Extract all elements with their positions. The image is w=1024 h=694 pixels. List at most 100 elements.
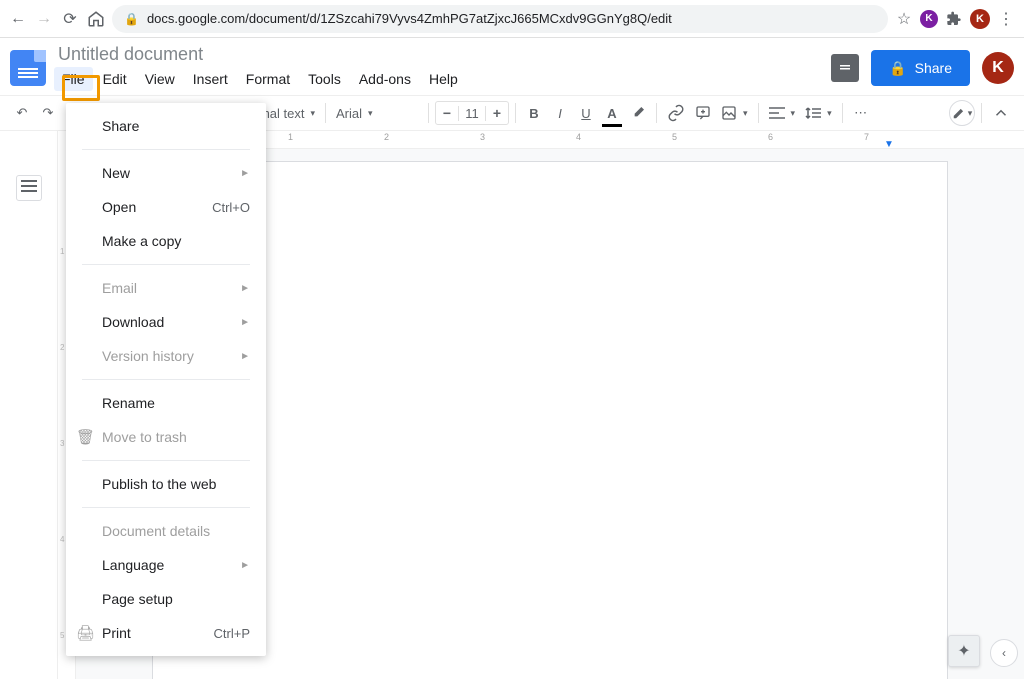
comments-icon[interactable]: [831, 54, 859, 82]
font-size-plus[interactable]: +: [486, 105, 508, 121]
ruler-tick: 4: [60, 535, 64, 544]
menu-divider: [82, 264, 250, 265]
collapse-toolbar-icon[interactable]: [988, 101, 1014, 125]
docs-header: Untitled document FileEditViewInsertForm…: [0, 38, 1024, 91]
nav-back-icon[interactable]: ←: [8, 9, 28, 29]
underline-button[interactable]: U: [574, 101, 598, 125]
side-panel-toggle[interactable]: ‹: [990, 639, 1018, 667]
menu-divider: [82, 507, 250, 508]
submenu-arrow-icon: ►: [240, 560, 250, 571]
menu-view[interactable]: View: [137, 67, 183, 91]
docs-logo-icon[interactable]: [10, 50, 46, 86]
ruler-tick: 3: [60, 439, 64, 448]
extensions-icon[interactable]: [944, 9, 964, 29]
file-menu-language[interactable]: Language►: [66, 548, 266, 582]
ruler-tick: 1: [60, 247, 64, 256]
line-spacing-button[interactable]: [801, 101, 836, 125]
insert-link-button[interactable]: [663, 101, 689, 125]
url-text: docs.google.com/document/d/1ZSzcahi79Vyv…: [147, 11, 672, 26]
menu-item-label: Rename: [102, 395, 155, 411]
file-menu-page-setup[interactable]: Page setup: [66, 582, 266, 616]
file-menu-print[interactable]: 🖨 Print Ctrl+P: [66, 616, 266, 650]
font-family-label: Arial: [336, 106, 362, 121]
menu-bar: FileEditViewInsertFormatToolsAdd-onsHelp: [54, 67, 823, 91]
submenu-arrow-icon: ►: [240, 317, 250, 328]
align-button[interactable]: [765, 101, 800, 125]
menu-item-label: Open: [102, 199, 136, 215]
menu-item-label: Move to trash: [102, 429, 187, 445]
trash-icon: 🗑: [76, 428, 95, 446]
nav-home-icon[interactable]: [86, 9, 106, 29]
ruler-tick: 4: [576, 132, 581, 142]
ruler-tick: 6: [768, 132, 773, 142]
file-menu-document-details: Document details: [66, 514, 266, 548]
share-label: Share: [915, 60, 952, 76]
italic-button[interactable]: I: [548, 101, 572, 125]
file-menu-make-a-copy[interactable]: Make a copy: [66, 224, 266, 258]
font-size-value[interactable]: 11: [458, 106, 486, 121]
file-menu-move-to-trash: 🗑 Move to trash: [66, 420, 266, 454]
menu-format[interactable]: Format: [238, 67, 298, 91]
more-tools-button[interactable]: ⋯: [849, 101, 873, 125]
menu-divider: [82, 460, 250, 461]
menu-edit[interactable]: Edit: [95, 67, 135, 91]
submenu-arrow-icon: ►: [240, 283, 250, 294]
menu-insert[interactable]: Insert: [185, 67, 236, 91]
submenu-arrow-icon: ►: [240, 168, 250, 179]
ruler-tick: 2: [384, 132, 389, 142]
menu-tools[interactable]: Tools: [300, 67, 349, 91]
menu-item-label: Page setup: [102, 591, 173, 607]
redo-icon[interactable]: ↷: [36, 101, 60, 125]
file-menu-download[interactable]: Download ►: [66, 305, 266, 339]
file-menu-rename[interactable]: Rename: [66, 386, 266, 420]
file-menu-email: Email►: [66, 271, 266, 305]
lock-icon: 🔒: [124, 12, 139, 26]
address-bar[interactable]: 🔒 docs.google.com/document/d/1ZSzcahi79V…: [112, 5, 888, 33]
ruler-tick: 7: [864, 132, 869, 142]
file-menu-new[interactable]: New ►: [66, 156, 266, 190]
ruler-tick: 1: [288, 132, 293, 142]
document-page[interactable]: [152, 161, 948, 679]
ruler-tick: 3: [480, 132, 485, 142]
menu-help[interactable]: Help: [421, 67, 466, 91]
lock-icon: 🔒: [889, 60, 906, 77]
nav-reload-icon[interactable]: ⟳: [60, 9, 80, 29]
outline-panel: [0, 131, 58, 679]
account-avatar[interactable]: K: [982, 52, 1014, 84]
font-size-minus[interactable]: −: [436, 105, 458, 121]
undo-icon[interactable]: ↶: [10, 101, 34, 125]
menu-item-label: Make a copy: [102, 233, 181, 249]
profile-chip[interactable]: K: [920, 10, 938, 28]
menu-shortcut: Ctrl+P: [214, 626, 250, 641]
menu-item-label: Share: [102, 118, 139, 134]
menu-add-ons[interactable]: Add-ons: [351, 67, 419, 91]
browser-menu-icon[interactable]: ⋮: [996, 9, 1016, 29]
nav-forward-icon[interactable]: →: [34, 9, 54, 29]
file-menu-dropdown: ShareNew►OpenCtrl+OMake a copyEmail►Down…: [66, 103, 266, 656]
menu-file[interactable]: File: [54, 67, 93, 91]
file-menu-publish-to-the-web[interactable]: Publish to the web: [66, 467, 266, 501]
text-color-button[interactable]: A: [600, 101, 624, 125]
add-comment-button[interactable]: [691, 101, 715, 125]
file-menu-share[interactable]: Share: [66, 109, 266, 143]
font-family-dropdown[interactable]: Arial: [332, 101, 422, 125]
share-button[interactable]: 🔒 Share: [871, 50, 970, 86]
bookmark-star-icon[interactable]: ☆: [894, 9, 914, 29]
browser-avatar[interactable]: K: [970, 9, 990, 29]
font-size-stepper[interactable]: − 11 +: [435, 101, 509, 125]
insert-image-button[interactable]: [717, 101, 752, 125]
menu-item-label: Print: [102, 625, 131, 641]
menu-item-label: Download: [102, 314, 164, 330]
menu-divider: [82, 379, 250, 380]
file-menu-open[interactable]: OpenCtrl+O: [66, 190, 266, 224]
print-icon: 🖨: [76, 624, 95, 642]
bold-button[interactable]: B: [522, 101, 546, 125]
margin-indicator-icon[interactable]: ▼: [884, 139, 894, 150]
ruler-tick: 2: [60, 343, 64, 352]
document-outline-icon[interactable]: [16, 175, 42, 201]
document-title[interactable]: Untitled document: [58, 44, 823, 65]
highlight-color-button[interactable]: [626, 101, 650, 125]
menu-item-label: New: [102, 165, 130, 181]
explore-button[interactable]: ✦: [948, 635, 980, 667]
editing-mode-button[interactable]: ▾: [949, 100, 975, 126]
